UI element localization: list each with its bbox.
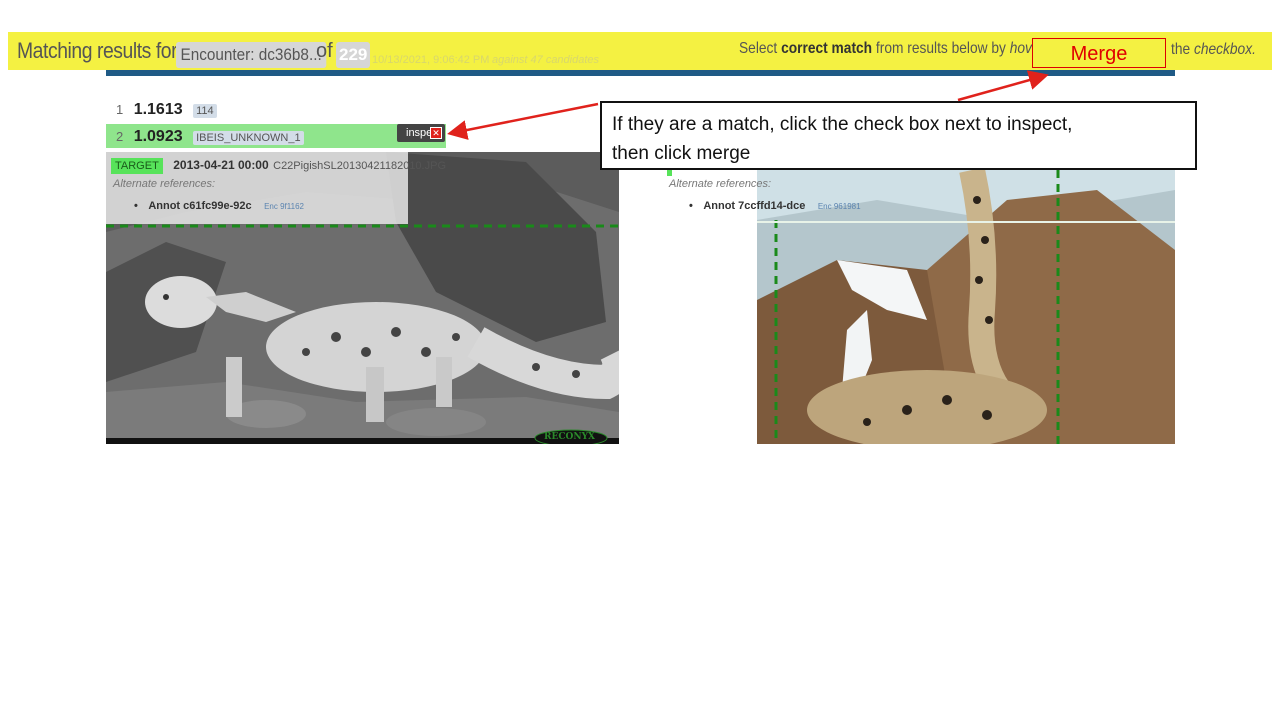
arrow-to-checkbox [447,102,599,140]
annotation-arrows [447,70,1049,140]
arrow-to-merge [957,70,1049,102]
